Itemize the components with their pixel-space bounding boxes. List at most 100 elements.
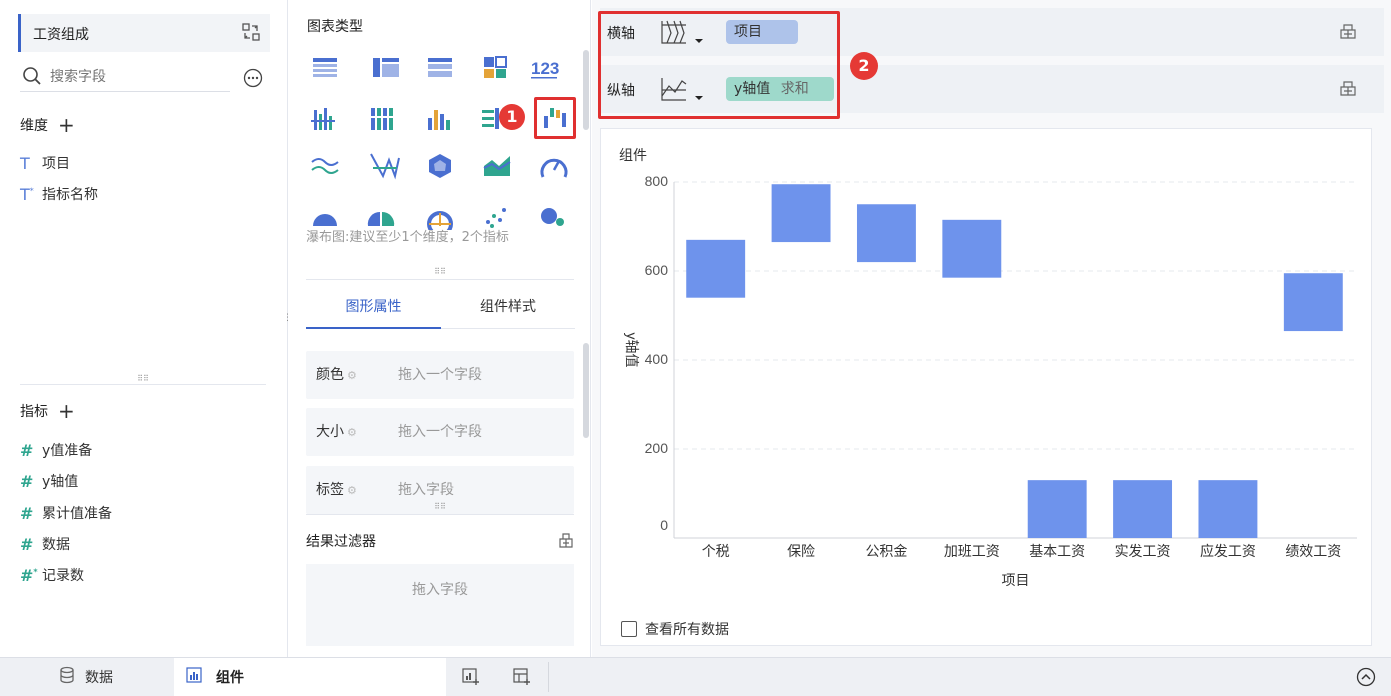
add-dimension-icon[interactable]: + xyxy=(58,115,75,135)
waterfall-bar xyxy=(1027,480,1087,538)
view-all-checkbox[interactable] xyxy=(621,621,637,637)
dimension-field-1[interactable]: T* 指标名称 xyxy=(20,182,98,206)
waterfall-bar xyxy=(856,204,916,263)
metrics-label: 指标 xyxy=(20,404,48,420)
gauge-icon[interactable] xyxy=(540,158,568,178)
y-axis-settings-icon[interactable] xyxy=(1338,78,1358,102)
x-axis-title: 项目 xyxy=(1002,572,1030,588)
chart-type-grid: 123 xyxy=(311,56,568,230)
area-chart-icon[interactable] xyxy=(483,156,511,176)
axis-highlight-box xyxy=(598,11,840,119)
x-tick-label: 公积金 xyxy=(865,543,907,559)
radar-line-icon[interactable] xyxy=(370,153,400,180)
waterfall-bar xyxy=(942,219,1002,278)
search-input[interactable] xyxy=(50,66,220,88)
card-icon[interactable] xyxy=(484,56,507,78)
y-tick-label: 400 xyxy=(645,351,669,367)
settings-icon[interactable]: ⚙ xyxy=(347,369,357,382)
add-component-icon[interactable] xyxy=(462,668,480,690)
dimensions-label: 维度 xyxy=(20,118,48,134)
database-icon xyxy=(59,666,75,688)
bottom-tab-bar: 数据 组件 xyxy=(0,657,1391,696)
metric-field-4[interactable]: #* 记录数 xyxy=(20,563,84,587)
metrics-header: 指标 + xyxy=(20,401,75,421)
search-icon xyxy=(22,66,42,90)
range-bar-icon[interactable] xyxy=(482,108,499,129)
x-tick-label: 加班工资 xyxy=(944,543,1000,559)
chart-type-hint: 瀑布图:建议至少1个维度，2个指标 xyxy=(306,230,509,245)
filter-placeholder: 拖入字段 xyxy=(412,582,468,598)
x-tick-label: 基本工资 xyxy=(1029,543,1085,559)
pie-chart-icon[interactable] xyxy=(367,211,395,226)
add-dashboard-icon[interactable] xyxy=(513,668,531,690)
crosstab-icon[interactable] xyxy=(373,58,399,77)
hash-icon: # xyxy=(20,503,34,523)
step-badge-1: 1 xyxy=(499,104,525,130)
collapse-up-icon[interactable] xyxy=(1356,667,1376,691)
size-placeholder: 拖入一个字段 xyxy=(398,424,482,440)
color-placeholder: 拖入一个字段 xyxy=(398,367,482,383)
kpi-number-icon[interactable]: 123 xyxy=(531,59,559,79)
waterfall-highlight-box xyxy=(534,97,576,139)
pie-half-icon[interactable] xyxy=(313,214,337,226)
filter-dropzone[interactable]: 拖入字段 xyxy=(306,564,574,646)
filter-resize-handle[interactable]: ⠿⠿ xyxy=(306,503,574,515)
tab-component-style[interactable]: 组件样式 xyxy=(441,285,575,329)
table-icon[interactable] xyxy=(313,58,337,77)
tab-label: 图形属性 xyxy=(345,299,402,315)
color-dropzone[interactable]: 颜色 ⚙ 拖入一个字段 xyxy=(306,351,574,399)
text-field-calc-icon: T* xyxy=(20,184,34,204)
settings-icon[interactable]: ⚙ xyxy=(347,484,357,497)
x-tick-label: 个税 xyxy=(702,543,730,559)
size-label: 大小 ⚙ xyxy=(316,424,357,440)
metric-field-0[interactable]: # y值准备 xyxy=(20,438,92,462)
metric-label: y值准备 xyxy=(42,443,93,459)
waterfall-bar xyxy=(771,184,831,243)
dataset-title-box[interactable]: 工资组成 xyxy=(18,14,270,52)
metric-field-1[interactable]: # y轴值 xyxy=(20,469,78,493)
tab-component-label: 组件 xyxy=(216,670,244,686)
multi-bar-icon[interactable] xyxy=(311,108,335,130)
size-dropzone[interactable]: 大小 ⚙ 拖入一个字段 xyxy=(306,408,574,456)
chart-card: 组件 0 200 400 600 800 个税 保险 公积金 加班工资 基本工资 实发工资 应发工资绩… xyxy=(600,128,1372,646)
step-badge-2: 2 xyxy=(850,52,878,80)
grid-scrollbar[interactable] xyxy=(583,50,589,130)
bubble-icon[interactable] xyxy=(541,208,564,226)
tab-component[interactable]: 组件 xyxy=(174,658,446,696)
metric-label: 数据 xyxy=(42,537,70,553)
x-tick-label: 保险 xyxy=(787,543,815,559)
dimension-field-0[interactable]: T 项目 xyxy=(20,151,70,175)
y-tick-label: 600 xyxy=(645,262,669,278)
x-axis-settings-icon[interactable] xyxy=(1338,21,1358,45)
hash-icon: # xyxy=(20,440,34,460)
column-chart-icon[interactable] xyxy=(428,110,450,130)
section-resize-handle[interactable]: ⠿⠿ xyxy=(306,268,574,280)
tab-graph-properties[interactable]: 图形属性 xyxy=(306,285,441,329)
switch-dataset-icon[interactable] xyxy=(242,23,260,41)
radar-chart-icon[interactable] xyxy=(429,154,451,178)
bar-chart-icon xyxy=(186,667,202,687)
tab-data[interactable]: 数据 xyxy=(0,658,172,696)
color-label: 颜色 ⚙ xyxy=(316,367,357,383)
x-tick-label: 实发工资 xyxy=(1115,543,1171,559)
y-tick-label: 0 xyxy=(660,517,668,533)
filter-settings-icon[interactable] xyxy=(557,531,575,553)
filter-label: 结果过滤器 xyxy=(306,534,376,550)
settings-icon[interactable]: ⚙ xyxy=(347,426,357,439)
metric-field-2[interactable]: # 累计值准备 xyxy=(20,501,112,525)
view-all-data[interactable]: 查看所有数据 xyxy=(621,619,729,639)
metric-field-3[interactable]: # 数据 xyxy=(20,532,70,556)
detail-table-icon[interactable] xyxy=(428,58,452,77)
panel-resize-handle[interactable]: ⠿⠿ xyxy=(20,375,266,385)
line-chart-icon[interactable] xyxy=(311,158,339,174)
props-scrollbar[interactable] xyxy=(583,343,589,438)
add-metric-icon[interactable]: + xyxy=(58,401,75,421)
view-all-label: 查看所有数据 xyxy=(645,622,729,638)
bottom-divider xyxy=(548,662,549,692)
dimension-label: 指标名称 xyxy=(42,187,98,203)
metric-label: 累计值准备 xyxy=(42,506,112,522)
stacked-bar-icon[interactable] xyxy=(370,108,394,130)
more-options-icon[interactable] xyxy=(243,68,263,92)
scatter-icon[interactable] xyxy=(486,208,506,228)
search-bar[interactable] xyxy=(20,64,230,92)
